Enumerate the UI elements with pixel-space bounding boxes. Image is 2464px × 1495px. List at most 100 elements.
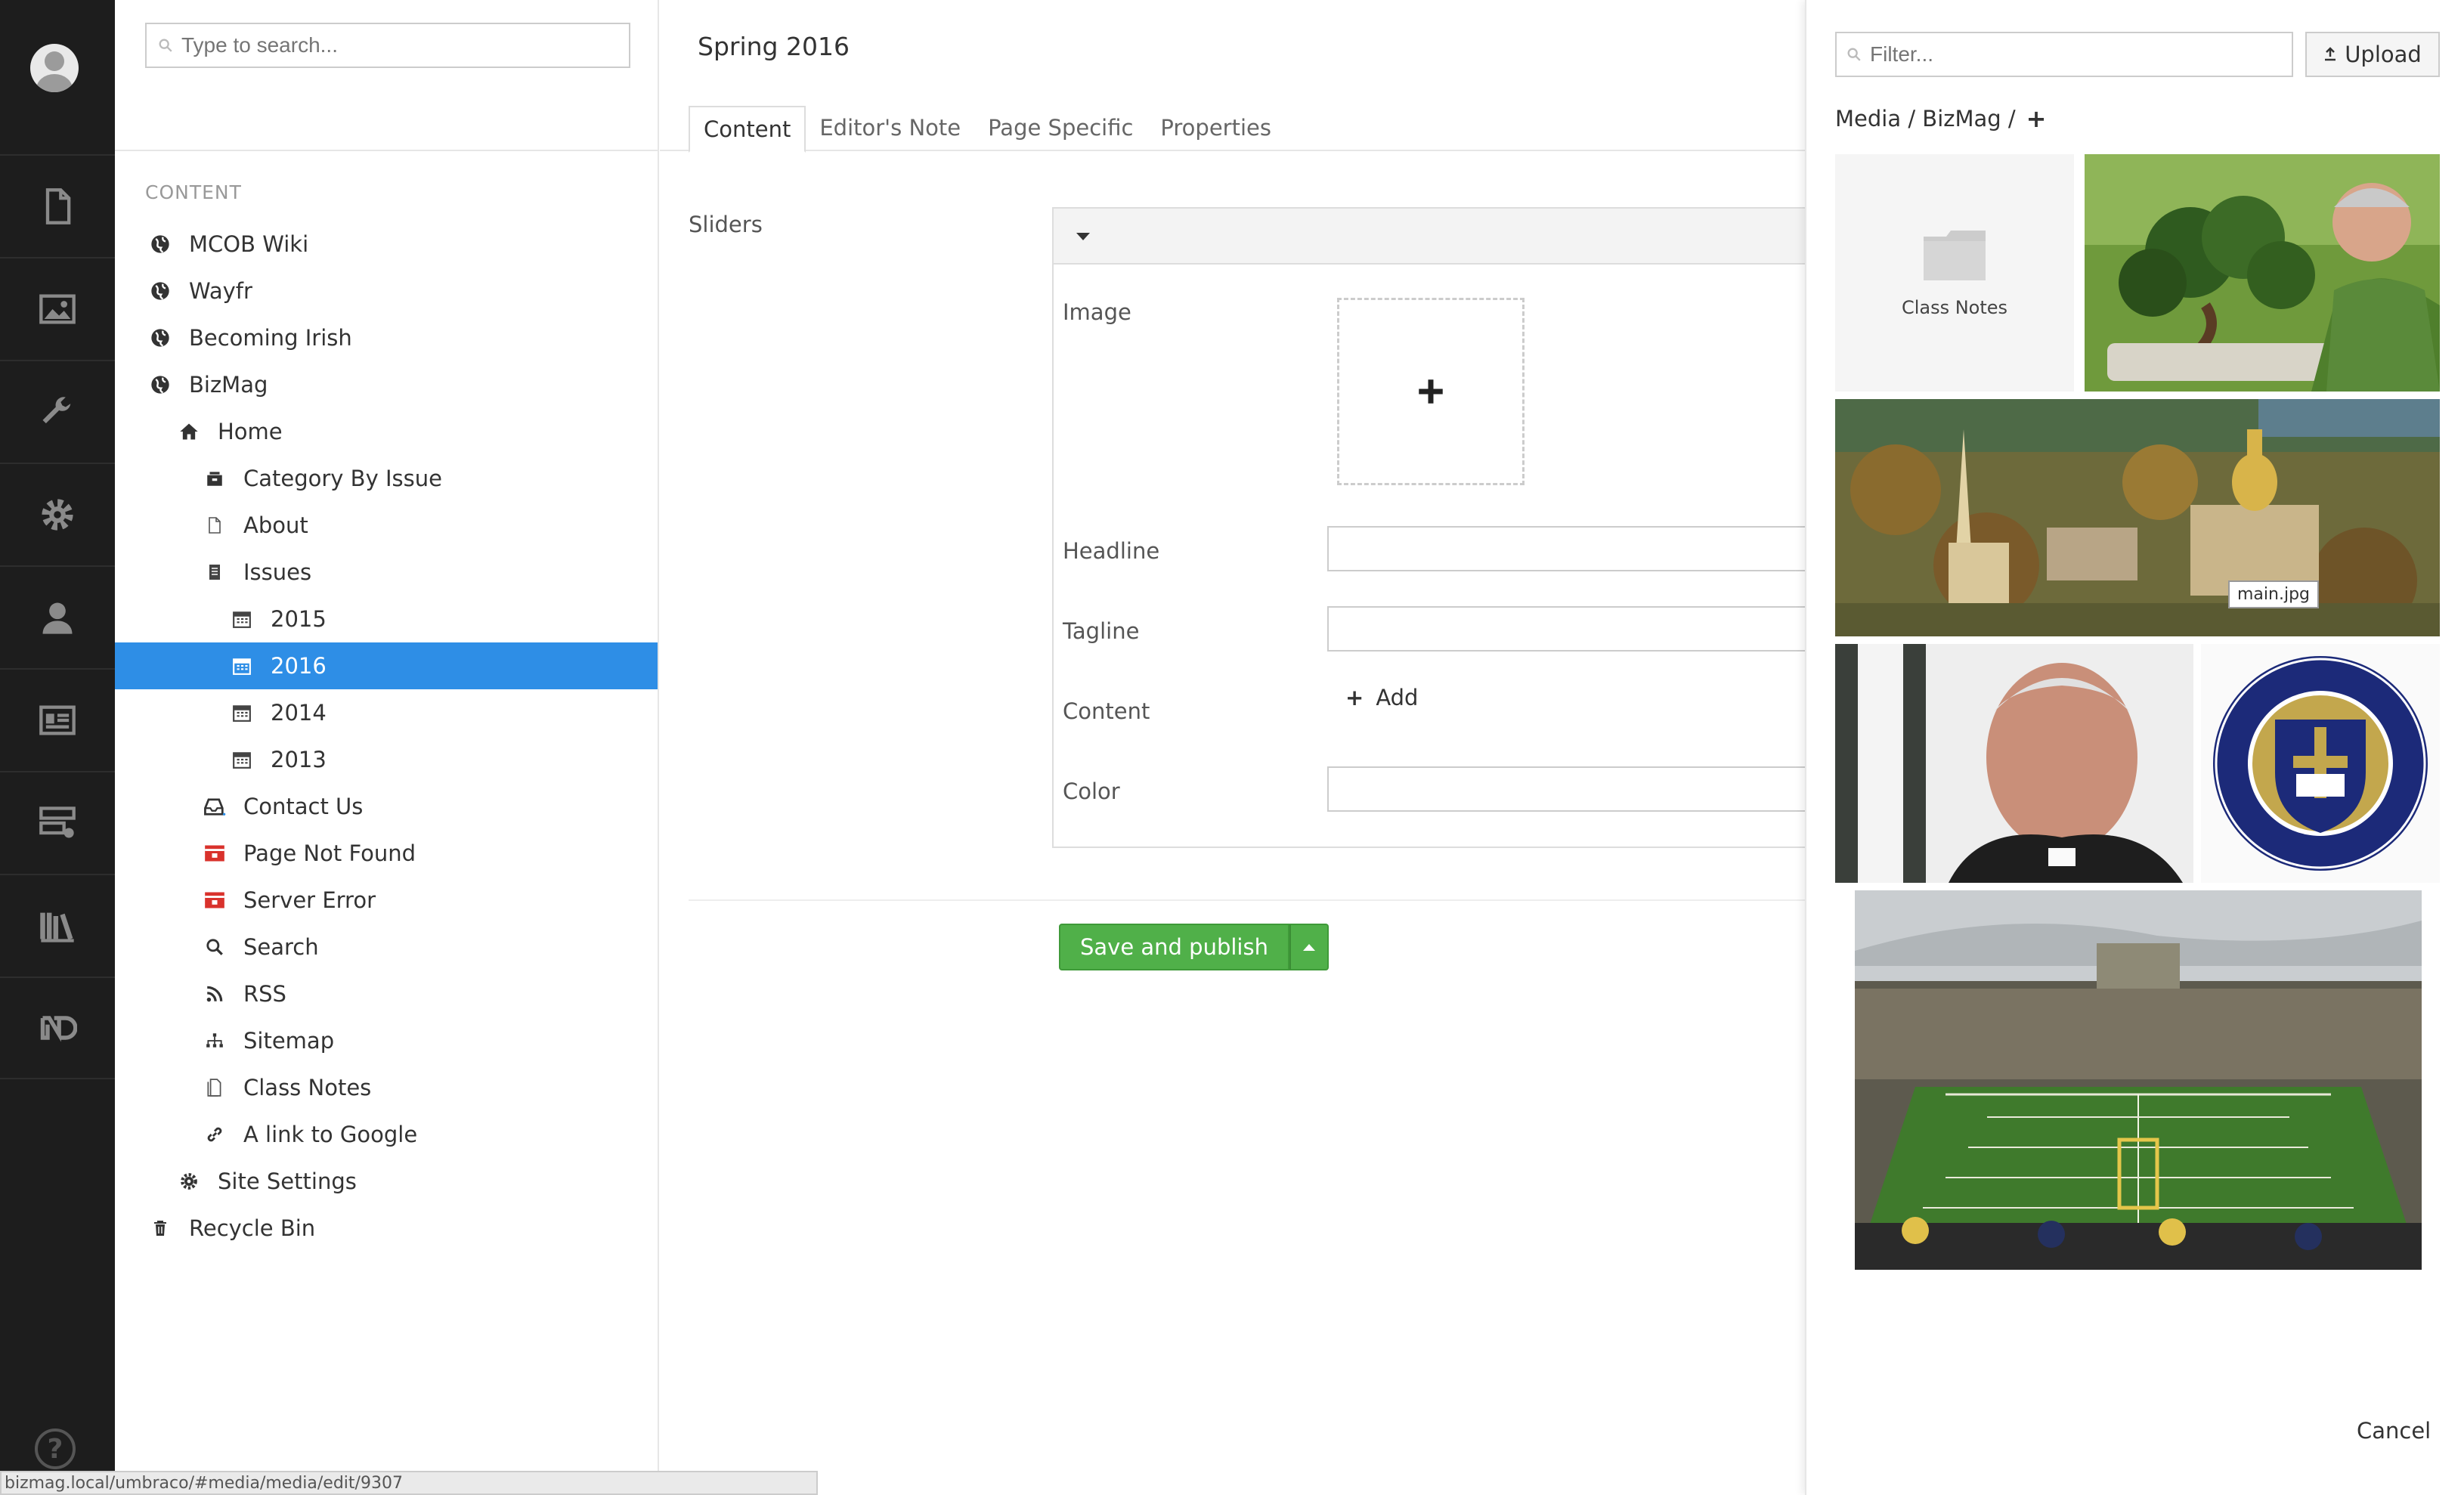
stadium-photo <box>1855 890 2422 1270</box>
section-developer[interactable] <box>0 463 115 565</box>
section-forms[interactable] <box>0 771 115 874</box>
editor-divider <box>689 899 1805 901</box>
gear-icon <box>42 499 73 531</box>
save-and-publish-button[interactable]: Save and publish <box>1059 924 1289 970</box>
add-content-button[interactable]: + Add <box>1345 685 1418 710</box>
user-avatar[interactable] <box>30 44 79 92</box>
color-input[interactable] <box>1327 766 1806 812</box>
save-options-button[interactable] <box>1289 924 1329 970</box>
tree-node[interactable]: Category By Issue <box>115 455 658 502</box>
document-icon <box>200 515 230 536</box>
campus-aerial-photo <box>1835 399 2440 636</box>
editor-header: Spring 2016 Content Editor's Note Page S… <box>660 0 1805 153</box>
wrench-icon <box>42 397 71 424</box>
tree-node[interactable]: Recycle Bin <box>115 1205 658 1252</box>
tree-divider <box>115 150 659 151</box>
inbox-icon <box>200 796 230 817</box>
section-translation[interactable] <box>0 874 115 977</box>
tree-node[interactable]: Wayfr <box>115 268 658 314</box>
tree-node[interactable]: Server Error <box>115 877 658 924</box>
tree-node[interactable]: Class Notes <box>115 1064 658 1111</box>
tab-page-specific[interactable]: Page Specific <box>974 106 1147 151</box>
tagline-input[interactable] <box>1327 606 1806 652</box>
picture-icon <box>39 294 76 324</box>
media-folder-class-notes[interactable]: Class Notes <box>1835 154 2074 392</box>
content-tree: CONTENT MCOB Wiki Wayfr Becoming Irish BizM… <box>115 0 659 1495</box>
section-settings[interactable] <box>0 360 115 463</box>
section-nd[interactable] <box>0 977 115 1079</box>
slider-item-header[interactable] <box>1054 209 1806 265</box>
breadcrumb-path[interactable]: Media / BizMag / <box>1835 106 2016 132</box>
tree-node[interactable]: 2014 <box>115 689 658 736</box>
tree-node[interactable]: Search <box>115 924 658 970</box>
tree-node[interactable]: 2015 <box>115 596 658 642</box>
globe-icon <box>145 374 175 395</box>
tree-node[interactable]: MCOB Wiki <box>115 221 658 268</box>
tree-node[interactable]: Contact Us <box>115 783 658 830</box>
tree-node[interactable]: Becoming Irish <box>115 314 658 361</box>
tab-content[interactable]: Content <box>689 106 806 153</box>
tree-node-label: Server Error <box>243 887 376 913</box>
media-item-portrait[interactable] <box>1835 644 2193 883</box>
upload-button[interactable]: Upload <box>2305 32 2440 77</box>
tree-node-label: A link to Google <box>243 1122 418 1147</box>
section-sidebar: ? <box>0 0 115 1495</box>
caret-down-icon[interactable] <box>1076 233 1090 240</box>
tree-node[interactable]: Page Not Found <box>115 830 658 877</box>
search-icon <box>159 39 172 52</box>
tree-search-input[interactable] <box>181 33 605 57</box>
calendar-icon <box>227 609 257 629</box>
tree-node-label: Wayfr <box>189 278 252 304</box>
image-picker[interactable] <box>1337 298 1525 485</box>
tree-node-label: Site Settings <box>218 1168 357 1194</box>
image-label: Image <box>1063 299 1131 325</box>
help-icon[interactable]: ? <box>35 1428 76 1469</box>
section-content[interactable] <box>0 154 115 257</box>
tab-properties[interactable]: Properties <box>1147 106 1285 151</box>
cancel-button[interactable]: Cancel <box>2357 1418 2431 1444</box>
section-members[interactable] <box>0 668 115 771</box>
tree-search[interactable] <box>145 23 630 68</box>
tree-node[interactable]: A link to Google <box>115 1111 658 1158</box>
media-filter[interactable] <box>1835 32 2293 77</box>
tree-node[interactable]: Sitemap <box>115 1017 658 1064</box>
notes-icon <box>200 1077 230 1098</box>
tree-node[interactable]: BizMag <box>115 361 658 408</box>
tree-node[interactable]: 2016 <box>115 642 658 689</box>
globe-icon <box>145 327 175 348</box>
media-item-seal[interactable] <box>2201 644 2440 883</box>
editor-tabs: Content Editor's Note Page Specific Prop… <box>689 106 1285 153</box>
caret-up-icon <box>1302 943 1315 951</box>
tree-node[interactable]: 2013 <box>115 736 658 783</box>
section-media[interactable] <box>0 257 115 360</box>
tree-node-label: About <box>243 512 308 538</box>
media-filter-input[interactable] <box>1870 42 2278 67</box>
status-url: bizmag.local/umbraco/#media/media/edit/9… <box>0 1471 818 1495</box>
add-folder-icon[interactable]: + <box>2026 104 2047 133</box>
user-icon <box>42 602 73 634</box>
section-users[interactable] <box>0 565 115 668</box>
color-label: Color <box>1063 778 1120 804</box>
tab-editors-note[interactable]: Editor's Note <box>806 106 974 151</box>
rss-icon <box>200 984 230 1004</box>
media-breadcrumb: Media / BizMag / + <box>1835 104 2046 133</box>
headline-label: Headline <box>1063 538 1160 564</box>
tree-node-label: Category By Issue <box>243 466 442 491</box>
media-item-stadium[interactable] <box>1855 890 2422 1270</box>
editor-panel: Spring 2016 Content Editor's Note Page S… <box>660 0 1806 1495</box>
nd-logo-icon <box>40 1016 77 1042</box>
calendar-icon <box>227 656 257 676</box>
media-item-bonsai[interactable] <box>2085 154 2440 392</box>
globe-icon <box>145 234 175 255</box>
media-item-campus[interactable]: main.jpg <box>1835 399 2440 636</box>
tree-node[interactable]: Site Settings <box>115 1158 658 1205</box>
document-icon <box>45 188 71 224</box>
tree-node[interactable]: Issues <box>115 549 658 596</box>
upload-label: Upload <box>2345 42 2422 67</box>
tree-node[interactable]: Home <box>115 408 658 455</box>
headline-input[interactable] <box>1327 526 1806 571</box>
page-title[interactable]: Spring 2016 <box>698 32 850 61</box>
tree-node[interactable]: RSS <box>115 970 658 1017</box>
tree-node[interactable]: About <box>115 502 658 549</box>
calendar-icon <box>227 750 257 769</box>
